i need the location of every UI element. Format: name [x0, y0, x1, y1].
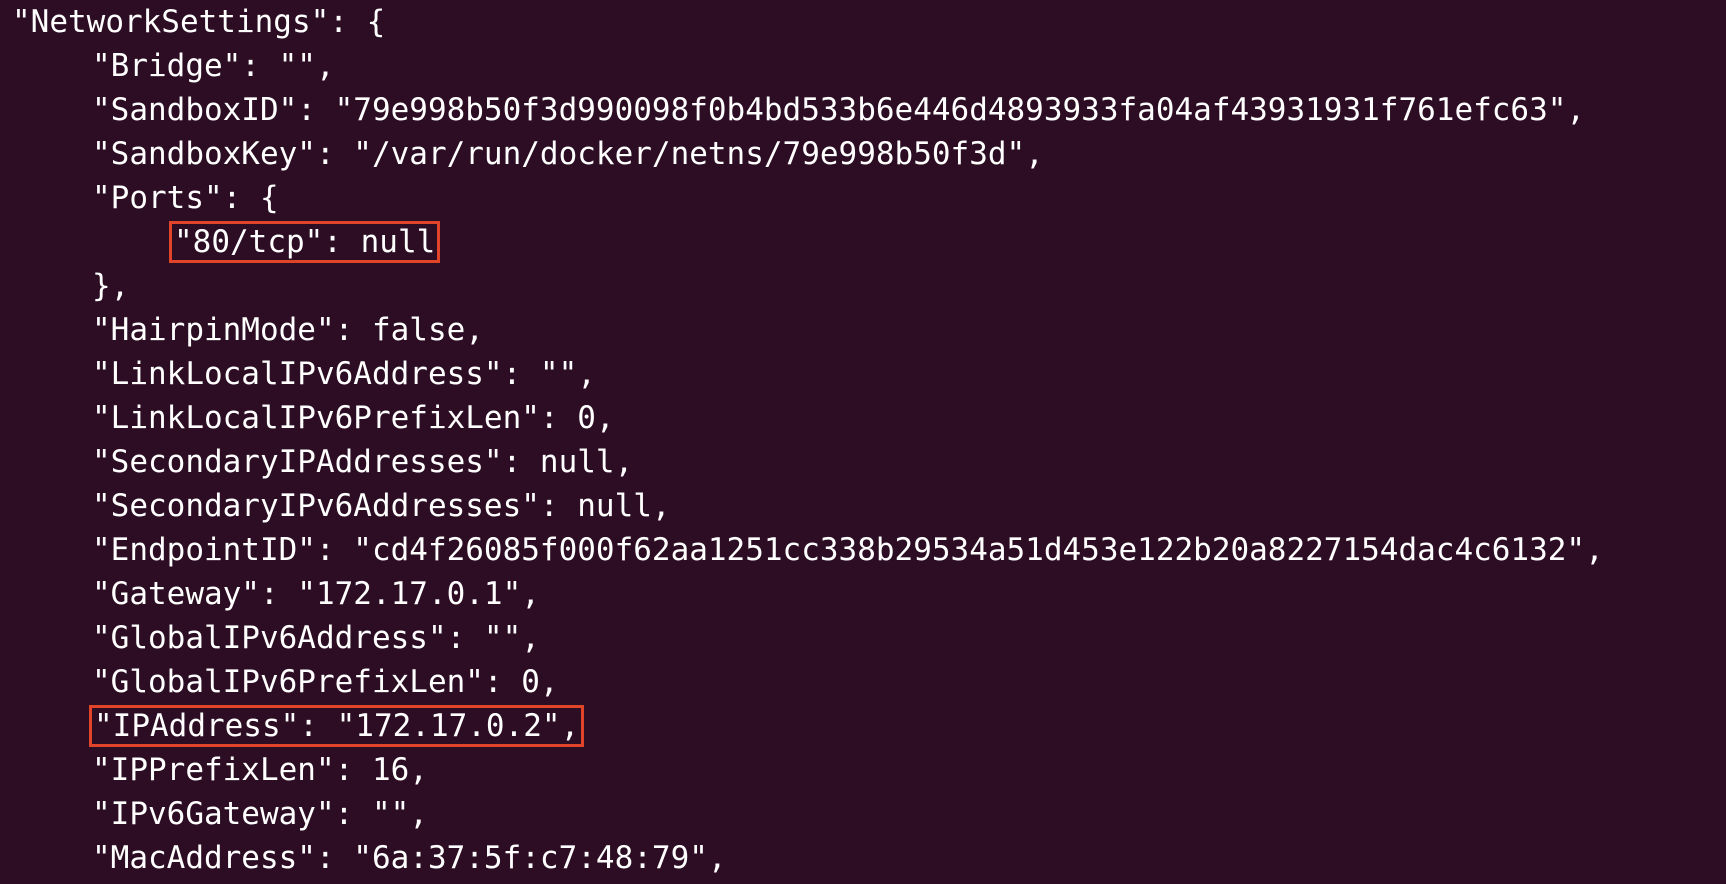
line-text: "GlobalIPv6Address": "",: [92, 620, 540, 656]
json-line: "NetworkSettings": {: [0, 0, 1726, 44]
json-line: "IPv6Gateway": "",: [0, 792, 1726, 836]
json-line: "SandboxKey": "/var/run/docker/netns/79e…: [0, 132, 1726, 176]
json-line: "Bridge": "",: [0, 44, 1726, 88]
json-line: "SandboxID": "79e998b50f3d990098f0b4bd53…: [0, 88, 1726, 132]
line-text: "Gateway": "172.17.0.1",: [92, 576, 540, 612]
line-text: "HairpinMode": false,: [92, 312, 484, 348]
line-text: "NetworkSettings": {: [12, 4, 386, 40]
json-line: },: [0, 264, 1726, 308]
json-line: "MacAddress": "6a:37:5f:c7:48:79",: [0, 836, 1726, 880]
line-text: "SecondaryIPAddresses": null,: [92, 444, 634, 480]
line-text: "SecondaryIPv6Addresses": null,: [92, 488, 671, 524]
line-text: "SandboxKey": "/var/run/docker/netns/79e…: [92, 136, 1044, 172]
json-line: "IPPrefixLen": 16,: [0, 748, 1726, 792]
json-line: "Gateway": "172.17.0.1",: [0, 572, 1726, 616]
line-text: "GlobalIPv6PrefixLen": 0,: [92, 664, 559, 700]
terminal-output[interactable]: "NetworkSettings": { "Bridge": "", "Sand…: [0, 0, 1726, 884]
json-line: "SecondaryIPAddresses": null,: [0, 440, 1726, 484]
line-text: "Ports": {: [92, 180, 279, 216]
line-text: "EndpointID": "cd4f26085f000f62aa1251cc3…: [92, 532, 1604, 568]
json-line: "GlobalIPv6PrefixLen": 0,: [0, 660, 1726, 704]
json-line: "LinkLocalIPv6PrefixLen": 0,: [0, 396, 1726, 440]
json-line: "HairpinMode": false,: [0, 308, 1726, 352]
json-line: "Ports": {: [0, 176, 1726, 220]
json-line-highlighted: "IPAddress": "172.17.0.2",: [0, 704, 1726, 748]
highlight-box-ipaddress: "IPAddress": "172.17.0.2",: [88, 705, 585, 747]
line-text: "LinkLocalIPv6Address": "",: [92, 356, 596, 392]
json-line-highlighted: "80/tcp": null: [0, 220, 1726, 264]
json-line: "SecondaryIPv6Addresses": null,: [0, 484, 1726, 528]
line-text: "MacAddress": "6a:37:5f:c7:48:79",: [92, 840, 727, 876]
json-line: "LinkLocalIPv6Address": "",: [0, 352, 1726, 396]
json-line: "GlobalIPv6Address": "",: [0, 616, 1726, 660]
line-text: "LinkLocalIPv6PrefixLen": 0,: [92, 400, 615, 436]
line-text: "IPv6Gateway": "",: [92, 796, 428, 832]
line-text: "SandboxID": "79e998b50f3d990098f0b4bd53…: [92, 92, 1586, 128]
line-text: "Bridge": "",: [92, 48, 335, 84]
json-line: "EndpointID": "cd4f26085f000f62aa1251cc3…: [0, 528, 1726, 572]
line-text: },: [92, 268, 130, 304]
highlight-box-ports: "80/tcp": null: [168, 221, 441, 263]
line-text: "IPPrefixLen": 16,: [92, 752, 428, 788]
